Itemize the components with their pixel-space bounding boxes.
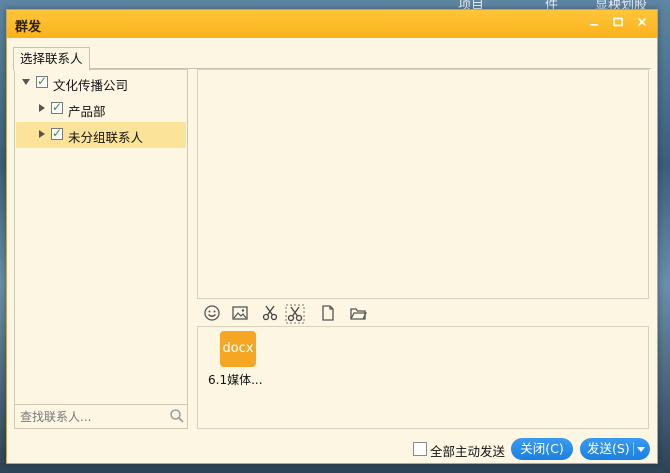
tree-item-label: 未分组联系人 — [68, 130, 144, 145]
chevron-right-icon[interactable] — [39, 104, 45, 112]
send-label: 发送(S) — [587, 441, 630, 456]
maximize-button[interactable] — [607, 14, 629, 34]
file-icon[interactable] — [319, 304, 339, 324]
attachment-item[interactable]: docx 6.1媒体... — [204, 331, 284, 391]
tree-checkbox[interactable]: ✓ — [51, 100, 63, 114]
screenshot-icon[interactable] — [285, 304, 305, 324]
image-icon[interactable] — [231, 304, 251, 324]
close-button[interactable]: 关闭(C) — [511, 438, 573, 460]
folder-icon[interactable] — [349, 304, 369, 324]
search-icon[interactable] — [169, 408, 185, 428]
minimize-icon — [590, 24, 598, 26]
close-icon — [637, 17, 647, 27]
tree-checkbox[interactable]: ✓ — [51, 126, 63, 140]
attachment-name: 6.1媒体... — [208, 373, 263, 387]
search-input[interactable] — [18, 407, 167, 427]
send-button[interactable]: 发送(S) — [580, 438, 650, 460]
dropdown-arrow-icon[interactable] — [637, 447, 645, 452]
tab-select-contacts[interactable]: 选择联系人 — [13, 47, 90, 71]
tree-item-label: 产品部 — [68, 104, 106, 119]
docx-file-icon: docx — [220, 331, 256, 367]
contact-search — [14, 404, 188, 429]
tree-item-root[interactable]: ✓ 文化传播公司 — [16, 70, 186, 96]
checkbox-box[interactable] — [413, 442, 427, 456]
button-separator — [633, 442, 634, 456]
checkmark-icon: ✓ — [37, 74, 48, 88]
close-window-button[interactable] — [631, 14, 653, 34]
message-input[interactable]: docx 6.1媒体... — [197, 326, 649, 429]
chevron-down-icon[interactable] — [22, 79, 30, 85]
tree-item-ungrouped[interactable]: ✓ 未分组联系人 — [16, 122, 186, 148]
dialog-title: 群发 — [15, 20, 42, 35]
tree-item-department[interactable]: ✓ 产品部 — [16, 96, 186, 122]
group-send-dialog: 群发 选择联系人 ✓ 文化传播公司 ✓ 产品部 ✓ 未分组联系人 查找联系人..… — [6, 9, 658, 464]
chevron-right-icon[interactable] — [39, 130, 45, 138]
tree-checkbox[interactable]: ✓ — [36, 74, 48, 88]
minimize-button[interactable] — [583, 14, 605, 34]
scissors-icon[interactable] — [261, 304, 281, 324]
emoji-icon[interactable] — [203, 304, 223, 324]
title-bar[interactable]: 群发 — [7, 10, 657, 38]
checkmark-icon: ✓ — [52, 126, 63, 140]
checkmark-icon: ✓ — [52, 100, 63, 114]
send-all-label: 全部主动发送 — [430, 444, 506, 459]
contact-tree: ✓ 文化传播公司 ✓ 产品部 ✓ 未分组联系人 — [14, 69, 188, 429]
tree-item-label: 文化传播公司 — [53, 78, 129, 93]
message-history — [197, 69, 649, 299]
maximize-icon — [613, 17, 623, 27]
compose-toolbar — [197, 302, 649, 326]
